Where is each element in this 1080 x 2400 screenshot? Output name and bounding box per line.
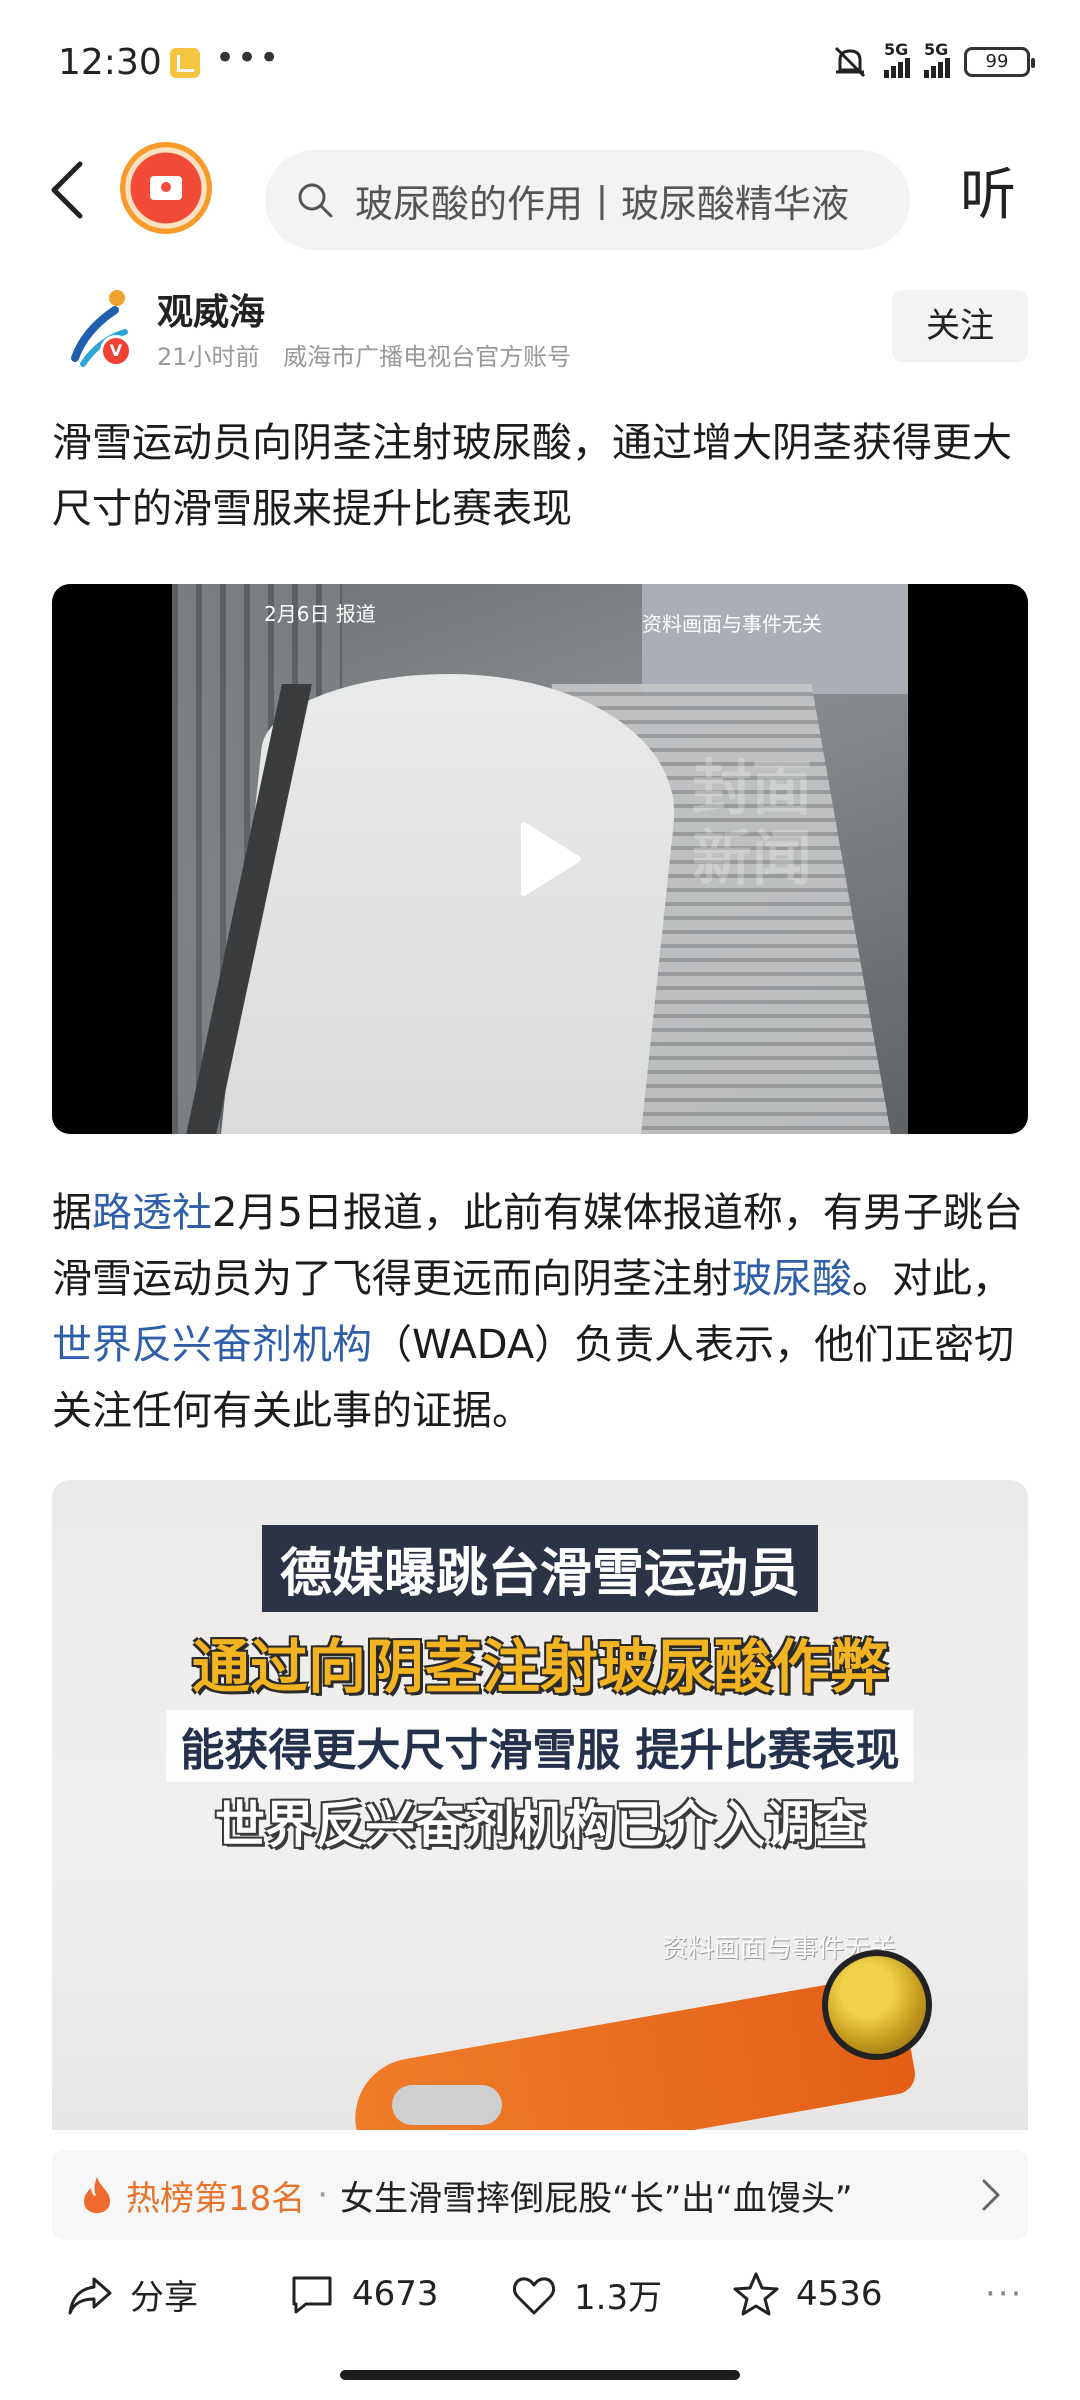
like-button[interactable]: 1.3万 [510, 2270, 662, 2319]
search-icon [298, 183, 333, 218]
notification-app-icon [170, 48, 200, 78]
star-icon [733, 2272, 779, 2316]
comment-count: 4673 [352, 2274, 439, 2314]
link-wada[interactable]: 世界反兴奋剂机构 [52, 1322, 372, 1368]
article-title: 滑雪运动员向阴茎注射玻尿酸，通过增大阴茎获得更大尺寸的滑雪服来提升比赛表现 [52, 420, 1012, 532]
more-options-icon[interactable]: ··· [985, 2274, 1023, 2314]
status-indicators: 5G 5G 99 [830, 40, 1035, 80]
signal-strength-icon-1: 5G [884, 40, 910, 78]
hot-list-banner[interactable]: 热榜第18名 · 女生滑雪摔倒屁股“长”出“血馒头” [52, 2150, 1028, 2240]
follow-button[interactable]: 关注 [892, 290, 1028, 362]
action-bar: 分享 4673 1.3万 4536 ··· [0, 2248, 1080, 2338]
author-name[interactable]: 观威海 [157, 283, 265, 335]
article-image[interactable]: 德媒曝跳台滑雪运动员 通过向阴茎注射玻尿酸作弊 能获得更大尺寸滑雪服 提升比赛表… [52, 1480, 1028, 2130]
hot-rank: 热榜第18名 [126, 2178, 306, 2219]
share-label: 分享 [130, 2278, 198, 2318]
video-player[interactable]: 2月6日 报道 资料画面与事件无关 封面新闻 [52, 584, 1028, 1134]
video-date-label: 2月6日 报道 [264, 602, 376, 626]
back-arrow-icon[interactable] [40, 150, 100, 230]
search-placeholder: 玻尿酸的作用丨玻尿酸精华液 [355, 181, 850, 226]
share-button[interactable]: 分享 [66, 2270, 198, 2319]
favorite-count: 4536 [796, 2274, 883, 2314]
listen-button[interactable]: 听 [960, 150, 1016, 231]
image-caption-3: 能获得更大尺寸滑雪服 提升比赛表现 [166, 1710, 914, 1782]
post-time: 21小时前 [157, 343, 260, 371]
chevron-right-icon [982, 2179, 1000, 2211]
mute-bell-icon [834, 46, 866, 78]
image-caption-2: 通过向阴茎注射玻尿酸作弊 [191, 1633, 889, 1701]
search-input[interactable]: 玻尿酸的作用丨玻尿酸精华液 [265, 150, 910, 250]
link-reuters[interactable]: 路透社 [92, 1190, 212, 1236]
nav-bar: 玻尿酸的作用丨玻尿酸精华液 听 [0, 130, 1080, 250]
app-logo-icon[interactable] [120, 142, 212, 234]
favorite-button[interactable]: 4536 [732, 2270, 883, 2318]
like-count: 1.3万 [574, 2278, 663, 2318]
status-more-icon: ••• [215, 38, 282, 78]
status-time: 12:30 [58, 42, 162, 83]
video-watermark: 封面新闻 [692, 754, 812, 894]
separator: · [317, 2175, 329, 2215]
heart-icon [513, 2276, 555, 2314]
image-caption-4: 世界反兴奋剂机构已介入调查 [215, 1796, 865, 1854]
author-description: 威海市广播电视台官方账号 [283, 343, 572, 371]
share-icon [68, 2277, 112, 2314]
signal-strength-icon-2: 5G [924, 40, 950, 78]
link-hyaluronic-acid[interactable]: 玻尿酸 [732, 1256, 852, 1302]
paragraph-text: 据 [52, 1190, 92, 1236]
ski-jumper-helmet [822, 1950, 932, 2060]
flame-icon [84, 2177, 110, 2213]
comment-button[interactable]: 4673 [288, 2270, 439, 2318]
comment-icon [292, 2276, 332, 2314]
battery-icon: 99 [964, 47, 1035, 77]
paragraph-text: 。对此， [852, 1256, 1012, 1302]
image-caption-1: 德媒曝跳台滑雪运动员 [261, 1525, 819, 1612]
play-icon[interactable] [514, 819, 584, 899]
verified-badge-icon: V [100, 335, 132, 367]
hot-title: 女生滑雪摔倒屁股“长”出“血馒头” [340, 2178, 853, 2219]
status-bar: 12:30 ••• 5G 5G 99 [0, 0, 1080, 130]
article-paragraph: 据路透社2月5日报道，此前有媒体报道称，有男子跳台滑雪运动员为了飞得更远而向阴茎… [52, 1180, 1037, 1444]
video-disclaimer: 资料画面与事件无关 [642, 612, 822, 636]
home-indicator[interactable] [340, 2370, 740, 2380]
author-meta: 21小时前 威海市广播电视台官方账号 [157, 337, 571, 372]
